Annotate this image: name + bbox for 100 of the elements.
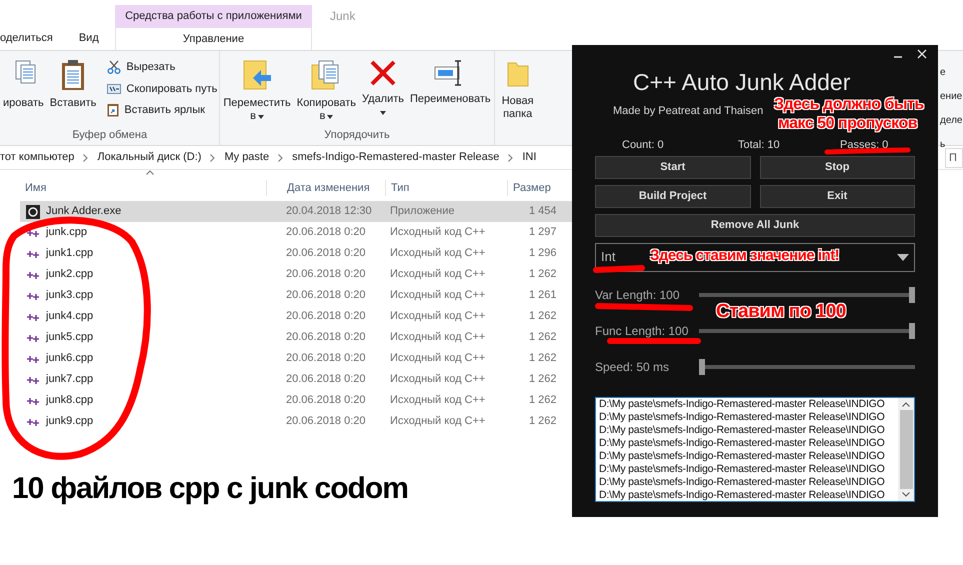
chevron-icon [278,154,284,162]
dropdown-caret-icon [380,110,386,114]
column-header[interactable]: Дата изменения [266,180,385,196]
app-title: C++ Auto Junk Adder [633,69,850,95]
file-size: 1 454 [528,204,557,220]
file-type: Исходный код C++ [389,267,486,282]
ribbon-tab[interactable]: оделиться [0,30,53,48]
ribbon-tab[interactable]: Управление [115,28,312,50]
ribbon-button-label[interactable]: ение [940,89,963,104]
slider-thumb[interactable] [909,286,915,302]
file-type: Исходный код C++ [389,414,486,430]
file-size: 1 262 [528,267,557,282]
documents-icon [311,59,342,91]
file-type: Исходный код C++ [389,288,486,304]
slider-track[interactable] [699,322,915,338]
column-header[interactable]: Имя [20,180,266,196]
file-date: 20.06.2018 0:20 [285,246,367,262]
close-icon[interactable] [917,49,927,59]
search-field[interactable]: П [945,148,963,168]
ribbon-small-button[interactable]: Скопировать путь [107,80,218,97]
chevron-icon [83,154,88,162]
file-date: 20.06.2018 0:20 [285,267,367,282]
ribbon-button[interactable]: ировать [2,59,45,110]
file-date: 20.06.2018 0:20 [285,414,367,430]
column-header[interactable]: Тип [385,180,507,196]
ribbon-group-label: Упорядочить [323,128,391,142]
ribbon-button[interactable]: Удалить [361,59,406,119]
context-tab-header: Средства работы с приложениями [115,5,312,28]
file-row[interactable]: junk4.cpp 20.06.2018 0:20 Исходный код C++ 1 262 [20,306,572,327]
file-size: 1 262 [528,330,557,346]
file-row[interactable]: junk2.cpp 20.06.2018 0:20 Исходный код C++ 1 262 [20,264,572,285]
annotation-text: Ставим по 100 [716,303,846,320]
stat-label: Passes: 0 [840,138,888,150]
file-date: 20.06.2018 0:20 [285,225,367,240]
file-date: 20.04.2018 12:30 [285,204,373,220]
cpp-file-icon [26,312,40,322]
file-date: 20.06.2018 0:20 [285,288,367,304]
slider-thumb[interactable] [909,322,915,338]
ribbon-button[interactable]: Копировать в [296,59,358,123]
file-row[interactable]: junk3.cpp 20.06.2018 0:20 Исходный код C++ 1 261 [20,285,572,306]
file-row[interactable]: junk1.cpp 20.06.2018 0:20 Исходный код C++ 1 296 [20,243,572,264]
breadcrumb[interactable]: тот компьютер [0,149,74,166]
log-line: D:\My paste\smefs-Indigo-Remastered-master Release\INDIGO [599,424,886,436]
file-row[interactable]: junk6.cpp 20.06.2018 0:20 Исходный код C++ 1 262 [20,348,572,369]
ribbon-button[interactable]: Переименовать [409,59,492,106]
cpp-file-icon [26,290,40,300]
column-header[interactable]: Размер [507,180,551,196]
file-name: junk9.cpp [46,414,94,430]
cross-icon [369,59,398,87]
file-row[interactable]: junk7.cpp 20.06.2018 0:20 Исходный код C++ 1 262 [20,369,572,390]
file-type: Исходный код C++ [389,330,486,346]
breadcrumb[interactable]: My paste [224,149,270,166]
ribbon-button[interactable]: Новая папка [496,59,539,121]
ribbon-button[interactable]: Переместить в [222,59,292,123]
app-button[interactable]: Start [595,156,750,178]
log-line: D:\My paste\smefs-Indigo-Remastered-master Release\INDIGO [599,488,886,500]
app-button[interactable]: Remove All Junk [595,214,915,236]
scissors-icon [107,60,122,74]
scroll-up-icon[interactable] [902,402,910,406]
file-date: 20.06.2018 0:20 [285,330,367,346]
file-name: junk5.cpp [46,330,94,346]
ribbon-button[interactable]: Вставить [48,59,98,110]
app-button[interactable]: Exit [760,184,915,208]
annotation-text: 10 файлов cpp с junk codom [12,471,408,507]
slider-track[interactable] [699,286,915,302]
ribbon-tab[interactable]: Вид [78,30,99,48]
file-row[interactable]: junk5.cpp 20.06.2018 0:20 Исходный код C++ 1 262 [20,327,572,348]
breadcrumb[interactable]: Локальный диск (D:) [97,149,202,166]
file-name: junk3.cpp [46,288,94,304]
ribbon-button-label[interactable]: е [940,65,963,80]
app-button[interactable]: Build Project [595,184,750,208]
file-name: junk1.cpp [46,246,94,262]
log-line: D:\My paste\smefs-Indigo-Remastered-master Release\INDIGO [599,462,886,476]
ribbon-small-button[interactable]: Вырезать [107,59,218,76]
file-name: junk4.cpp [46,309,94,324]
file-row[interactable]: junk.cpp 20.06.2018 0:20 Исходный код C++ 1 297 [20,222,572,243]
file-size: 1 262 [528,372,557,388]
window-title: Junk [330,8,356,25]
file-type: Исходный код C++ [389,393,486,408]
file-date: 20.06.2018 0:20 [285,393,367,408]
app-button[interactable]: Stop [760,156,915,178]
scroll-down-icon[interactable] [902,492,910,496]
file-row[interactable]: Junk Adder.exe 20.04.2018 12:30 Приложение 1 454 [20,201,572,222]
ribbon-small-button[interactable]: Вставить ярлык [107,102,218,118]
file-row[interactable]: junk9.cpp 20.06.2018 0:20 Исходный код C++ 1 262 [20,411,572,432]
log-line: D:\My paste\smefs-Indigo-Remastered-master Release\INDIGO [599,436,886,450]
cpp-file-icon [26,248,40,258]
file-row[interactable]: junk8.cpp 20.06.2018 0:20 Исходный код C++ 1 262 [20,390,572,411]
chevron-icon [210,154,216,162]
file-type: Исходный код C++ [389,351,486,366]
breadcrumb[interactable]: smefs-Indigo-Remastered-master Release [292,149,500,166]
ribbon-button-label[interactable]: деле [940,113,963,128]
slider-track[interactable] [699,358,915,374]
file-type: Исходный код C++ [389,309,486,324]
file-size: 1 261 [528,288,557,304]
slider-thumb[interactable] [699,358,705,374]
scrollbar[interactable] [898,398,914,500]
breadcrumb[interactable]: INI [522,149,536,166]
dropdown-caret-icon [258,114,264,118]
folder-arrow-icon [241,59,274,91]
